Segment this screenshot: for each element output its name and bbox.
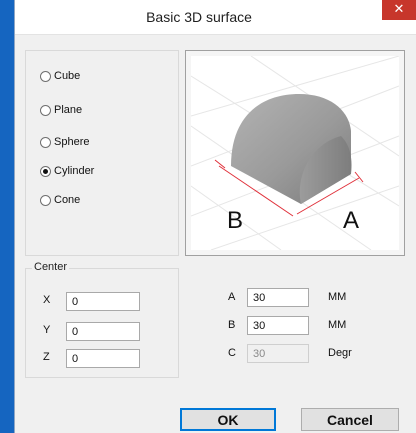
radio-button-icon [40,194,51,206]
center-legend: Center [32,261,70,273]
dimension-b-label: B [228,319,236,331]
radio-sphere[interactable]: Sphere [40,134,89,150]
dimension-c-unit: Degr [328,347,352,359]
cancel-button[interactable]: Cancel [301,408,399,431]
radio-button-icon [40,70,51,82]
dimension-b-input[interactable] [247,316,309,335]
center-y-input[interactable] [66,322,140,341]
shape-type-group: Cube Plane Sphere Cylinder Cone [25,50,179,256]
dimension-a-input[interactable] [247,288,309,307]
radio-label-cone: Cone [54,194,81,206]
radio-label-plane: Plane [54,104,83,116]
radio-cylinder[interactable]: Cylinder [40,163,94,179]
dialog-window: Basic 3D surface ✕ Cube Plane Sphere Cyl… [14,0,416,433]
shape-preview-frame: B A [185,50,405,256]
dimension-b-unit: MM [328,319,347,331]
radio-button-icon [40,136,51,148]
radio-label-cylinder: Cylinder [54,165,95,177]
title-bar[interactable]: Basic 3D surface ✕ [15,0,416,35]
center-x-label: X [43,294,51,306]
center-y-label: Y [43,324,51,336]
dimension-a-label: A [228,291,236,303]
dimension-label-b: B [227,207,243,234]
close-button[interactable]: ✕ [382,0,416,20]
radio-cone[interactable]: Cone [40,192,80,208]
center-group: Center X Y Z [25,261,179,378]
ok-button[interactable]: OK [180,408,276,431]
dimension-c-input [247,344,309,363]
radio-label-sphere: Sphere [54,136,90,148]
radio-label-cube: Cube [54,70,81,82]
close-icon: ✕ [393,2,405,17]
center-z-input[interactable] [66,349,140,368]
center-x-input[interactable] [66,292,140,311]
dimension-c-label: C [228,347,236,359]
dimension-label-a: A [343,207,359,234]
radio-button-checked-icon [40,165,51,177]
shape-preview: B A [190,55,400,251]
dimension-a-unit: MM [328,291,347,303]
radio-plane[interactable]: Plane [40,102,82,118]
center-z-label: Z [43,351,50,363]
half-cylinder-illustration: B A [190,55,400,251]
radio-button-icon [40,104,51,116]
dialog-title: Basic 3D surface [146,9,252,25]
radio-cube[interactable]: Cube [40,68,80,84]
